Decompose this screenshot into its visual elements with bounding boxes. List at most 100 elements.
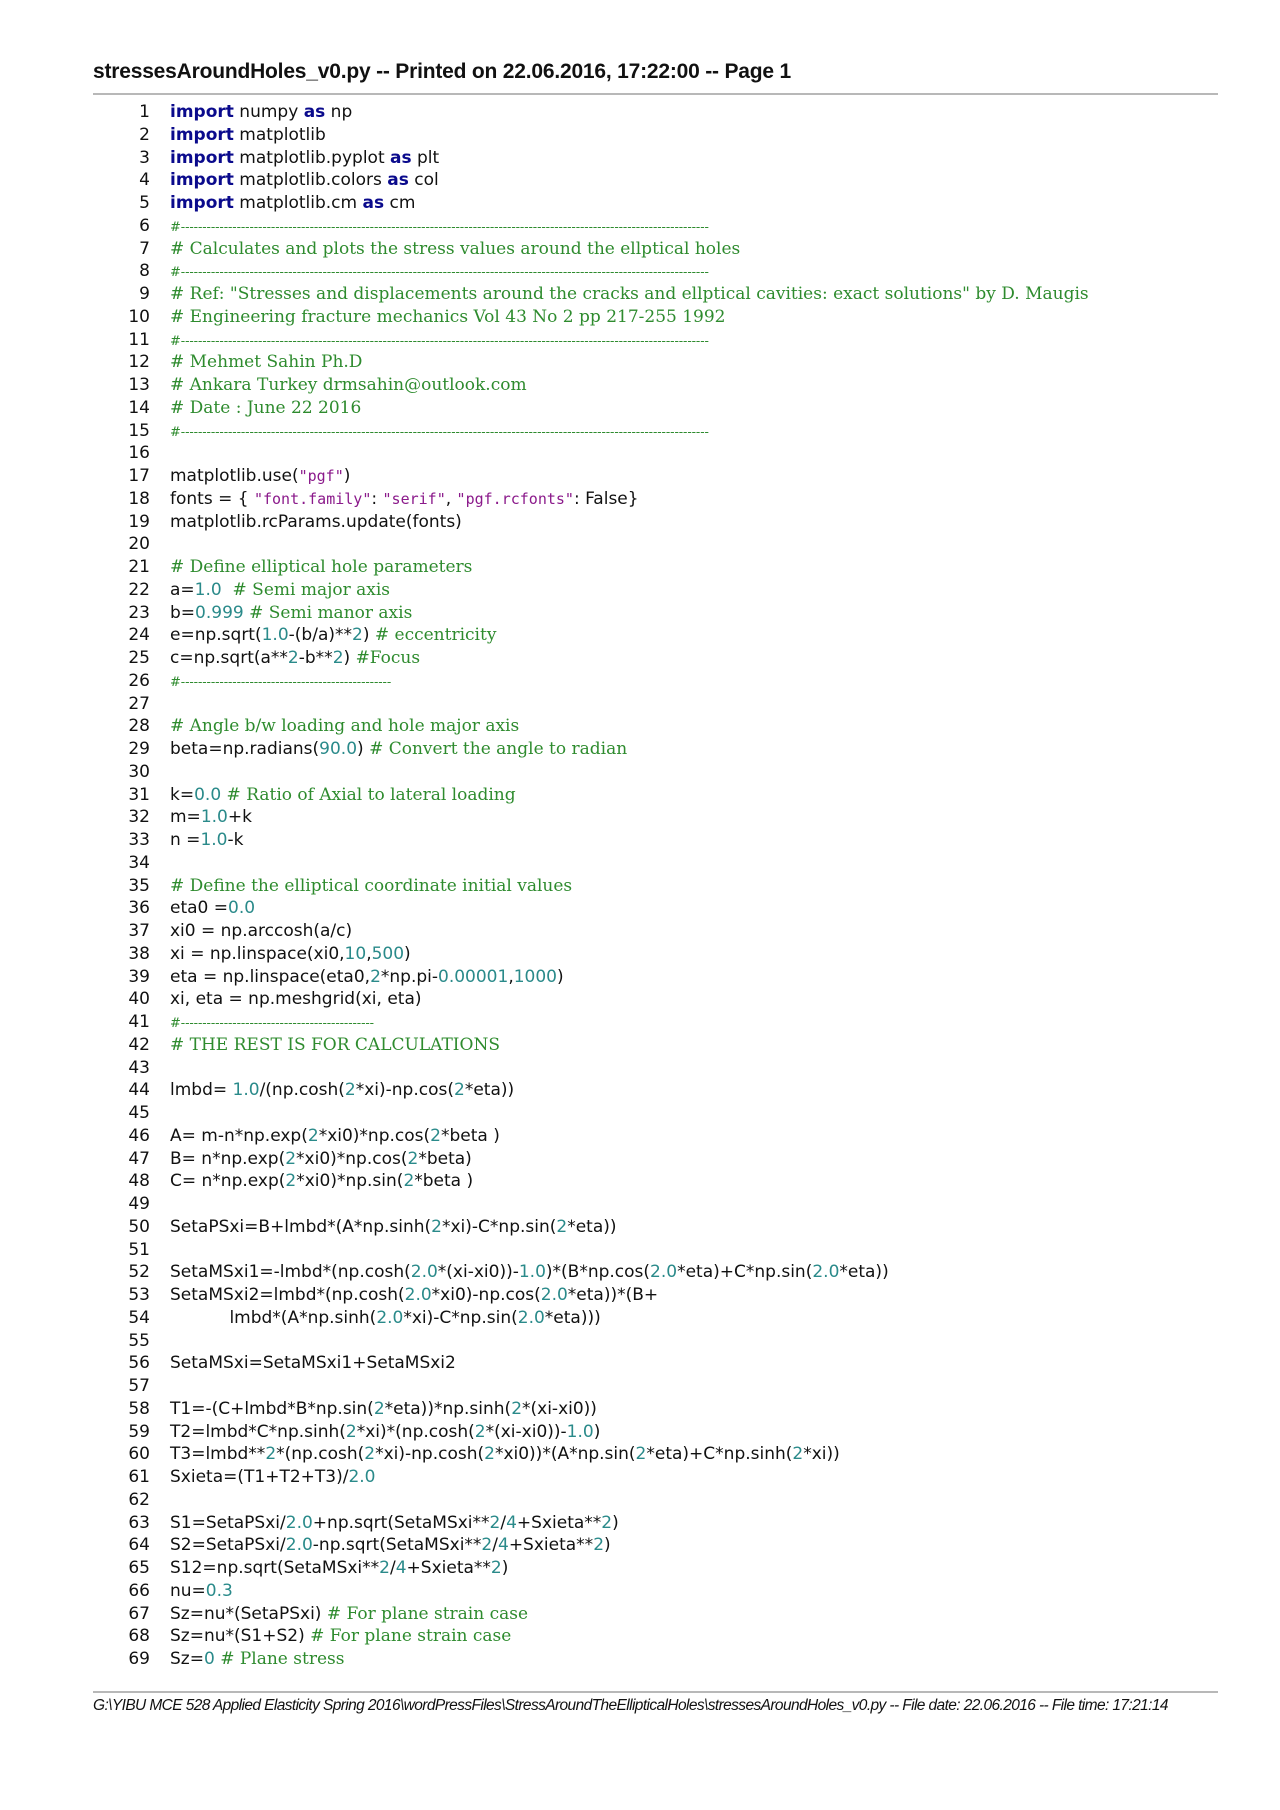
line-source: #---------------------------------------… — [150, 215, 709, 238]
line-number: 60 — [128, 1444, 150, 1465]
comment-token: # Calculates and plots the stress values… — [170, 238, 741, 259]
number-token: 0.00001 — [438, 966, 509, 987]
line-number: 61 — [128, 1467, 150, 1487]
number-token: 90.0 — [319, 739, 358, 759]
code-token: SetaMSxi=SetaMSxi1+SetaMSxi2 — [170, 1353, 456, 1374]
line-source: k=0.0 # Ratio of Axial to lateral loadin… — [150, 784, 516, 807]
code-token: k= — [170, 784, 195, 805]
keyword-token: import — [170, 193, 234, 213]
code-token: , — [445, 488, 457, 509]
line-source: import matplotlib — [150, 124, 326, 147]
code-token: : False} — [573, 488, 639, 509]
line-source: e=np.sqrt(1.0-(b/a)**2) # eccentricity — [150, 624, 496, 647]
code-token: +Sxieta** — [406, 1558, 491, 1578]
comment-token: # eccentricity — [374, 625, 497, 646]
number-token: 2 — [489, 1512, 501, 1533]
code-token: xi0 = np.arccosh(a/c) — [170, 921, 353, 941]
number-token: 2.0 — [404, 1285, 432, 1305]
line-number: 39 — [128, 966, 150, 987]
line-number: 25 — [128, 648, 150, 668]
code-token: m= — [170, 807, 201, 828]
comment-token: # For plane strain case — [310, 1626, 512, 1647]
line-source: xi, eta = np.meshgrid(xi, eta) — [150, 988, 422, 1011]
number-token: 4 — [506, 1512, 517, 1533]
number-token: 2.0 — [517, 1307, 545, 1328]
code-line: 32 m=1.0+k — [110, 806, 1210, 829]
line-number: 47 — [128, 1148, 150, 1169]
code-token: +np.sqrt(SetaMSxi** — [312, 1512, 490, 1533]
line-source — [150, 1330, 170, 1353]
code-token: e=np.sqrt( — [170, 625, 262, 646]
line-number: 66 — [128, 1580, 150, 1601]
code-token: -k — [227, 830, 244, 850]
line-number: 65 — [128, 1558, 150, 1578]
code-token: A= m-n*np.exp( — [170, 1125, 308, 1146]
code-line: 58 T1=-(C+lmbd*B*np.sin(2*eta))*np.sinh(2… — [110, 1398, 1210, 1421]
code-token: matplotlib.pyplot — [233, 147, 391, 168]
header-divider — [93, 93, 1218, 95]
number-token: 2 — [287, 648, 299, 668]
code-line: 56 SetaMSxi=SetaMSxi1+SetaMSxi2 — [110, 1352, 1210, 1375]
code-token: *xi0)*np.sin( — [296, 1171, 404, 1192]
code-line: 13 # Ankara Turkey drmsahin@outlook.com — [110, 374, 1210, 397]
line-source — [150, 1057, 170, 1080]
number-token: 1.0 — [200, 807, 228, 828]
number-token: 1.0 — [194, 579, 222, 600]
code-token: *xi0))*(A*np.sin( — [494, 1444, 636, 1465]
code-line: 36 eta0 =0.0 — [110, 897, 1210, 920]
line-source: Sz=nu*(SetaPSxi) # For plane strain case — [150, 1603, 528, 1626]
code-line: 11 #-------------------------------------… — [110, 329, 1210, 352]
number-token: 10 — [344, 943, 367, 964]
code-line: 10 # Engineering fracture mechanics Vol 4… — [110, 306, 1210, 329]
line-number: 51 — [128, 1239, 150, 1260]
line-number: 38 — [128, 943, 150, 964]
line-source: import matplotlib.pyplot as plt — [150, 147, 439, 170]
line-number: 9 — [139, 284, 150, 304]
line-source: SetaPSxi=B+lmbd*(A*np.sinh(2*xi)-C*np.si… — [150, 1216, 617, 1239]
code-token: ) — [604, 1535, 611, 1556]
number-token: 2 — [285, 1148, 297, 1169]
line-source: matplotlib.rcParams.update(fonts) — [150, 511, 462, 534]
code-line: 42 # THE REST IS FOR CALCULATIONS — [110, 1034, 1210, 1057]
code-line: 57 — [110, 1375, 1210, 1398]
line-number: 55 — [128, 1330, 150, 1351]
line-source: SetaMSxi2=lmbd*(np.cosh(2.0*xi0)-np.cos(… — [150, 1284, 658, 1307]
line-source: lmbd*(A*np.sinh(2.0*xi)-C*np.sin(2.0*eta… — [150, 1307, 600, 1330]
number-token: 2 — [484, 1444, 495, 1465]
line-number: 1 — [139, 102, 150, 122]
code-token: *eta))*np.sinh( — [384, 1398, 512, 1419]
number-token: 2 — [344, 1080, 356, 1101]
code-token: plt — [411, 147, 440, 168]
code-token: *beta ) — [414, 1171, 474, 1192]
code-line: 41 #-------------------------------------… — [110, 1011, 1210, 1034]
code-line: 40 xi, eta = np.meshgrid(xi, eta) — [110, 988, 1210, 1011]
code-token: *xi)-np.cosh( — [375, 1444, 485, 1465]
line-number: 56 — [128, 1353, 150, 1374]
code-token: *eta)+C*np.sin( — [677, 1262, 813, 1283]
comment-token: #Focus — [355, 648, 421, 668]
code-line: 53 SetaMSxi2=lmbd*(np.cosh(2.0*xi0)-np.co… — [110, 1284, 1210, 1307]
code-token: *xi)-C*np.sin( — [403, 1307, 518, 1328]
line-number: 2 — [139, 124, 150, 145]
line-source: T2=lmbd*C*np.sinh(2*xi)*(np.cosh(2*(xi-x… — [150, 1421, 600, 1444]
line-source — [150, 1102, 170, 1125]
line-number: 17 — [128, 466, 150, 486]
code-token: ) — [343, 648, 356, 668]
keyword-token: import — [170, 147, 234, 168]
code-token: n = — [170, 830, 201, 850]
code-token: S2=SetaPSxi/ — [170, 1535, 286, 1556]
code-token: nu= — [170, 1580, 206, 1601]
number-token: 2 — [379, 1558, 390, 1578]
line-source: #---------------------------------------… — [150, 670, 391, 693]
comment-token: # THE REST IS FOR CALCULATIONS — [170, 1034, 500, 1055]
code-token: eta = np.linspace(eta0, — [170, 966, 371, 987]
number-token: 2 — [265, 1444, 277, 1465]
code-line: 61 Sxieta=(T1+T2+T3)/2.0 — [110, 1466, 1210, 1489]
code-token: cm — [384, 193, 416, 213]
code-token: -np.sqrt(SetaMSxi** — [312, 1535, 482, 1556]
code-line: 63 S1=SetaPSxi/2.0+np.sqrt(SetaMSxi**2/4+… — [110, 1512, 1210, 1535]
code-line: 55 — [110, 1330, 1210, 1353]
line-number: 24 — [128, 625, 150, 646]
line-source: # Engineering fracture mechanics Vol 43 … — [150, 306, 726, 329]
line-number: 11 — [128, 329, 150, 350]
